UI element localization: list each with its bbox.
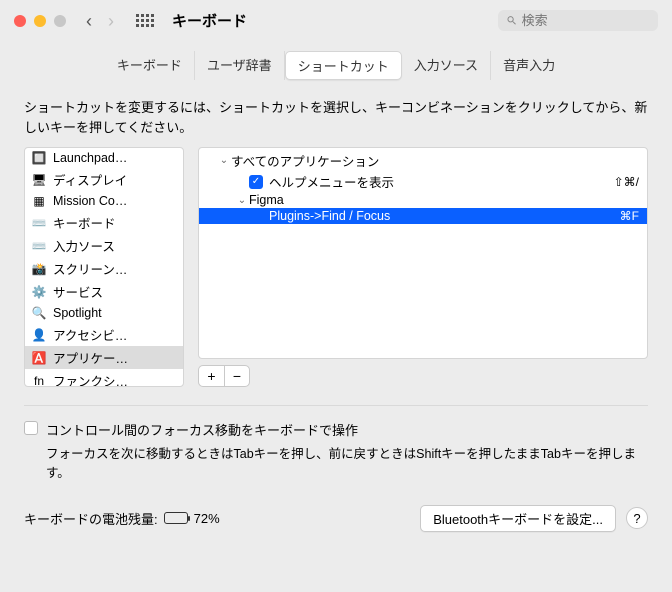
category-list[interactable]: 🔲 Launchpad… 🖥 ディスプレイ ▦ Mission Co… ⌨️ キーボード ⌨️ 入… <box>24 147 184 387</box>
category-item[interactable]: ⌨️ キーボード <box>25 211 183 234</box>
category-label: サービス <box>53 282 103 301</box>
category-icon: ⌨️ <box>31 238 47 254</box>
category-icon: ▦ <box>31 193 47 209</box>
add-remove-controls: + − <box>198 365 648 387</box>
category-icon: 🅰️ <box>31 350 47 366</box>
tree-item[interactable]: ✓ ヘルプメニューを表示⇧⌘/ <box>199 171 647 192</box>
minimize-icon[interactable] <box>34 15 46 27</box>
category-label: アクセシビ… <box>53 325 127 344</box>
category-label: Launchpad… <box>53 151 127 165</box>
tree-shortcut[interactable]: Plugins->Find / Focus⌘F <box>199 208 647 224</box>
category-icon: 👤 <box>31 327 47 343</box>
content: キーボード ユーザ辞書 ショートカット 入力ソース 音声入力 ショートカットを変… <box>0 39 672 592</box>
footer: キーボードの電池残量: 72% Bluetoothキーボードを設定... ? <box>24 505 648 532</box>
category-item[interactable]: ⌨️ 入力ソース <box>25 234 183 257</box>
remove-button[interactable]: − <box>224 365 250 387</box>
category-label: Spotlight <box>53 306 102 320</box>
forward-button[interactable]: › <box>108 12 114 30</box>
window-controls <box>14 15 66 27</box>
category-label: ファンクシ… <box>53 371 128 387</box>
shortcut-key[interactable]: ⇧⌘/ <box>614 175 639 189</box>
category-icon: ⚙️ <box>31 284 47 300</box>
titlebar: ‹ › キーボード <box>0 0 672 39</box>
category-icon: fn <box>31 373 47 388</box>
keyboard-nav-checkbox[interactable] <box>24 421 38 435</box>
category-label: ディスプレイ <box>53 170 127 189</box>
category-item[interactable]: 📸 スクリーン… <box>25 257 183 280</box>
shortcut-label: すべてのアプリケーション <box>231 151 639 170</box>
nav-arrows: ‹ › <box>86 12 114 30</box>
shortcut-label: ヘルプメニューを表示 <box>269 172 614 191</box>
battery-icon <box>164 512 188 524</box>
keyboard-nav-label: コントロール間のフォーカス移動をキーボードで操作 <box>46 420 358 439</box>
category-item[interactable]: 🖥 ディスプレイ <box>25 168 183 191</box>
disclosure-icon[interactable]: ⌄ <box>235 195 249 206</box>
category-label: アプリケー… <box>53 348 128 367</box>
tab-shortcuts[interactable]: ショートカット <box>285 51 402 80</box>
search-field[interactable] <box>498 10 658 31</box>
category-icon: 📸 <box>31 261 47 277</box>
shortcut-label: Figma <box>249 193 639 207</box>
category-item[interactable]: fn ファンクシ… <box>25 369 183 387</box>
keyboard-navigation-row: コントロール間のフォーカス移動をキーボードで操作 <box>24 420 648 439</box>
tab-dictation[interactable]: 音声入力 <box>491 51 567 80</box>
tab-input-sources[interactable]: 入力ソース <box>402 51 491 80</box>
search-icon <box>506 14 518 27</box>
category-item[interactable]: ⚙️ サービス <box>25 280 183 303</box>
category-label: キーボード <box>53 213 116 232</box>
category-icon: ⌨️ <box>31 215 47 231</box>
divider <box>24 405 648 406</box>
tab-keyboard[interactable]: キーボード <box>105 51 195 80</box>
category-label: 入力ソース <box>53 236 115 255</box>
category-item[interactable]: 🔲 Launchpad… <box>25 148 183 168</box>
page-title: キーボード <box>172 10 247 31</box>
category-item[interactable]: 🔍 Spotlight <box>25 303 183 323</box>
add-button[interactable]: + <box>198 365 224 387</box>
category-item[interactable]: ▦ Mission Co… <box>25 191 183 211</box>
shortcut-checkbox[interactable]: ✓ <box>249 175 263 189</box>
battery-percent: 72% <box>194 511 220 526</box>
show-all-icon[interactable] <box>136 14 154 27</box>
battery-label: キーボードの電池残量: <box>24 509 158 528</box>
tree-root[interactable]: ⌄すべてのアプリケーション <box>199 150 647 171</box>
category-icon: 🖥 <box>31 172 47 188</box>
tab-bar: キーボード ユーザ辞書 ショートカット 入力ソース 音声入力 <box>105 51 567 80</box>
preferences-window: ‹ › キーボード キーボード ユーザ辞書 ショートカット 入力ソース 音声入力… <box>0 0 672 592</box>
panes: 🔲 Launchpad… 🖥 ディスプレイ ▦ Mission Co… ⌨️ キーボード ⌨️ 入… <box>24 147 648 387</box>
category-item[interactable]: 👤 アクセシビ… <box>25 323 183 346</box>
category-item[interactable]: 🅰️ アプリケー… <box>25 346 183 369</box>
tab-user-dictionary[interactable]: ユーザ辞書 <box>195 51 285 80</box>
tree-app[interactable]: ⌄Figma <box>199 192 647 208</box>
category-label: スクリーン… <box>53 259 127 278</box>
help-button[interactable]: ? <box>626 507 648 529</box>
search-input[interactable] <box>522 13 650 28</box>
keyboard-nav-sublabel: フォーカスを次に移動するときはTabキーを押し、前に戻すときはShiftキーを押… <box>24 445 648 483</box>
close-icon[interactable] <box>14 15 26 27</box>
shortcut-label: Plugins->Find / Focus <box>269 209 620 223</box>
category-icon: 🔍 <box>31 305 47 321</box>
shortcut-tree[interactable]: ⌄すべてのアプリケーション✓ヘルプメニューを表示⇧⌘/⌄FigmaPlugins… <box>198 147 648 359</box>
bluetooth-setup-button[interactable]: Bluetoothキーボードを設定... <box>420 505 616 532</box>
shortcut-key[interactable]: ⌘F <box>620 209 639 223</box>
disclosure-icon[interactable]: ⌄ <box>217 155 231 166</box>
category-icon: 🔲 <box>31 150 47 166</box>
category-label: Mission Co… <box>53 194 127 208</box>
maximize-icon <box>54 15 66 27</box>
battery-status: キーボードの電池残量: 72% <box>24 509 220 528</box>
back-button[interactable]: ‹ <box>86 12 92 30</box>
instruction-text: ショートカットを変更するには、ショートカットを選択し、キーコンビネーションをクリ… <box>24 98 648 137</box>
